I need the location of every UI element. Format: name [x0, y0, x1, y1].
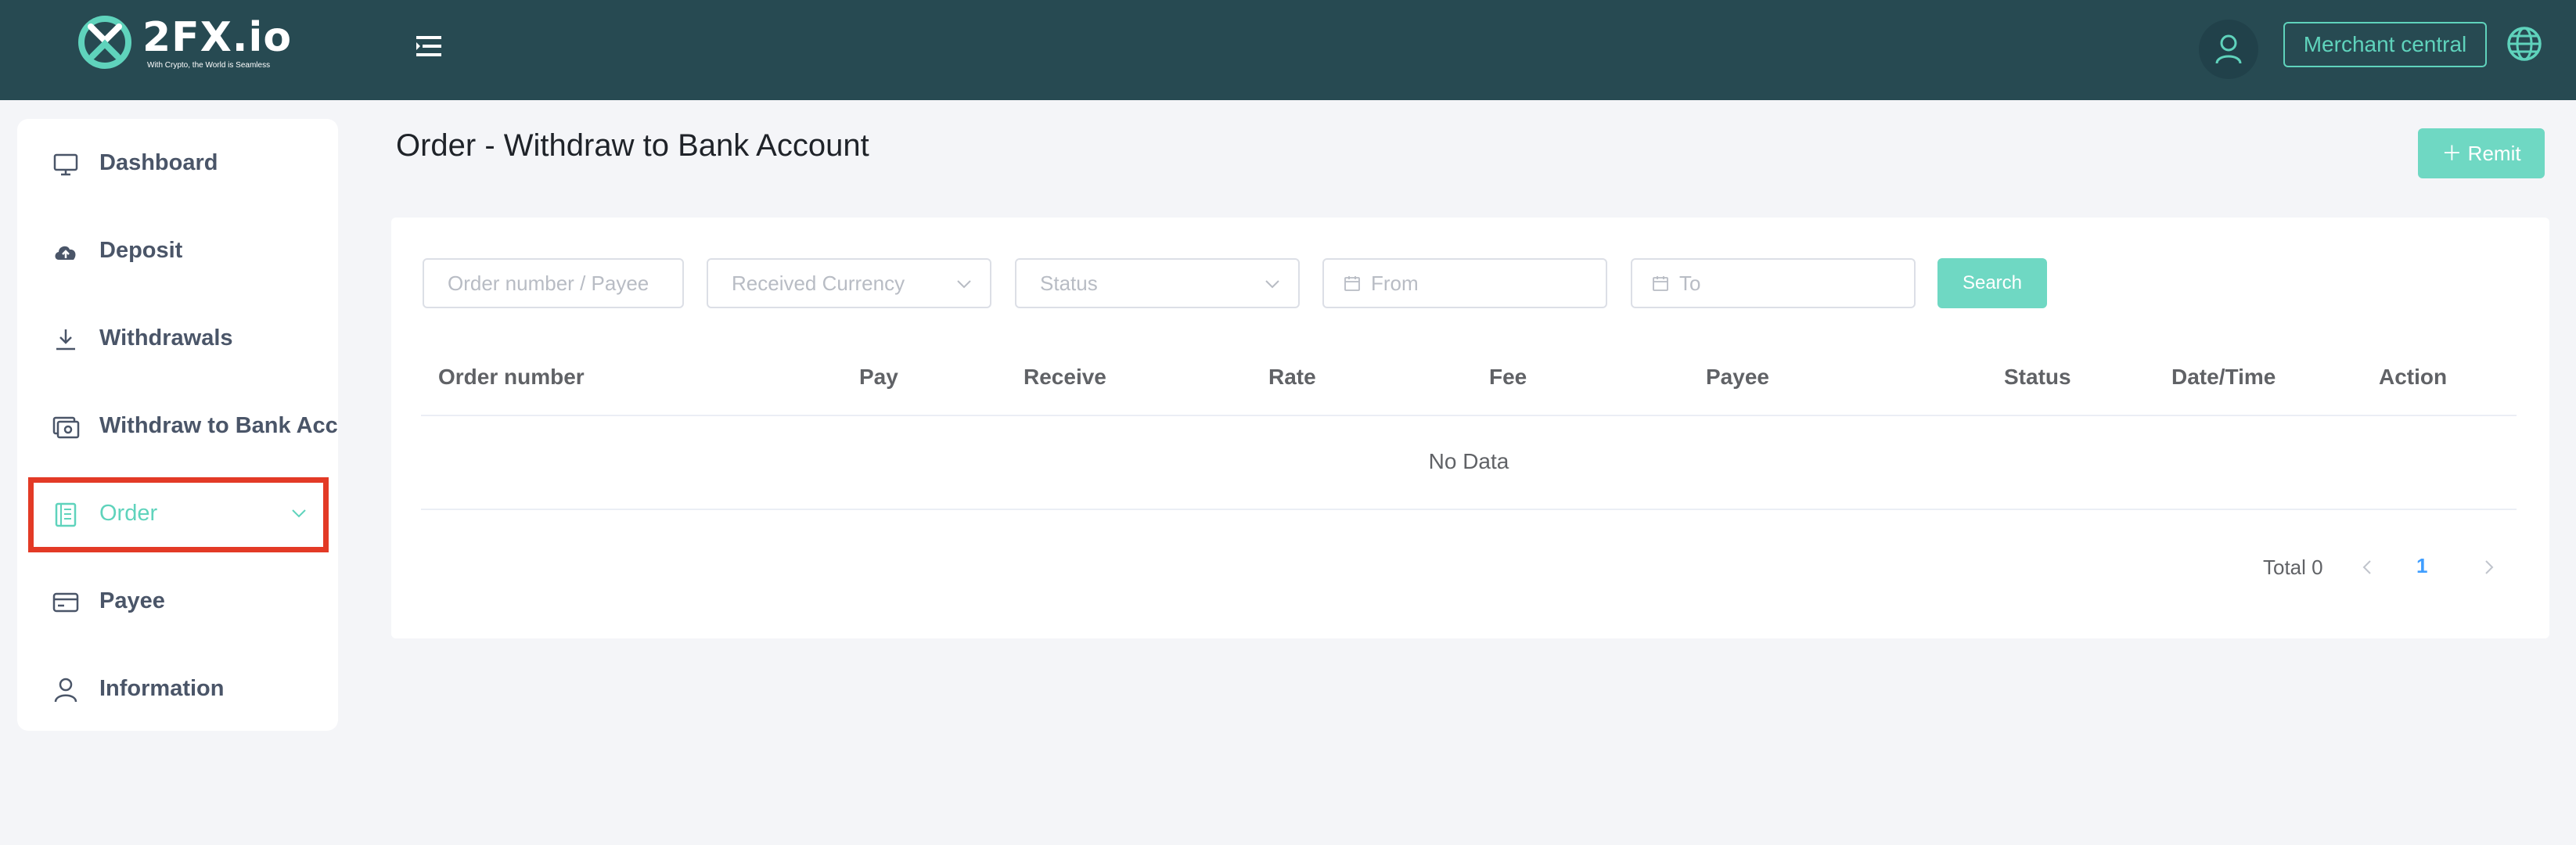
calendar-icon	[1653, 276, 1668, 291]
page-title: Order - Withdraw to Bank Account	[396, 128, 869, 163]
sidebar-item-dashboard[interactable]: Dashboard	[17, 127, 338, 202]
sidebar-item-label: Withdrawals	[99, 325, 233, 351]
from-placeholder: From	[1371, 271, 1419, 295]
logo-mark-icon	[78, 16, 131, 69]
to-placeholder: To	[1679, 271, 1701, 295]
sidebar-item-withdrawals[interactable]: Withdrawals	[17, 302, 338, 377]
sidebar-item-label: Dashboard	[99, 150, 218, 175]
globe-icon[interactable]	[2506, 25, 2543, 63]
cloud-upload-icon	[55, 246, 76, 260]
sidebar-item-payee[interactable]: Payee	[17, 565, 338, 640]
merchant-central-button[interactable]: Merchant central	[2283, 22, 2487, 67]
remit-button[interactable]: ＋ Remit	[2418, 128, 2545, 178]
received-currency-placeholder: Received Currency	[732, 271, 905, 295]
chevron-down-icon[interactable]	[290, 504, 308, 523]
column-header-fee[interactable]: Fee	[1489, 365, 1527, 390]
order-number-payee-placeholder: Order number / Payee	[448, 271, 649, 295]
table-header-divider	[421, 415, 2517, 416]
sidebar-item-deposit[interactable]: Deposit	[17, 214, 338, 289]
calendar-icon	[1344, 276, 1360, 291]
document-icon	[55, 502, 77, 527]
sidebar-item-label: Order	[99, 501, 158, 526]
column-header-receive[interactable]: Receive	[1024, 365, 1106, 390]
credit-card-icon	[52, 592, 79, 613]
chevron-left-icon[interactable]	[2355, 554, 2379, 581]
to-date-input[interactable]: To	[1631, 258, 1916, 308]
empty-table-message: No Data	[1428, 449, 1509, 473]
column-header-payee[interactable]: Payee	[1706, 365, 1769, 390]
search-button[interactable]: Search	[1937, 258, 2047, 308]
remit-label: Remit	[2467, 142, 2521, 165]
pagination-total: Total 0	[2263, 556, 2323, 579]
logo[interactable]: 2FX.io With Crypto, the World is Seamles…	[75, 11, 291, 74]
column-header-rate[interactable]: Rate	[1268, 365, 1316, 390]
sidebar-item-withdraw-to-bank[interactable]: Withdraw to Bank Acco	[17, 390, 338, 465]
chevron-down-icon	[957, 280, 971, 289]
column-header-order-number[interactable]: Order number	[438, 365, 585, 390]
logo-text: 2FX.io	[142, 14, 293, 61]
chevron-right-icon[interactable]	[2477, 554, 2501, 581]
received-currency-select[interactable]: Received Currency	[707, 258, 991, 308]
sidebar-item-order[interactable]: Order	[17, 477, 338, 552]
column-header-status[interactable]: Status	[2004, 365, 2071, 390]
status-placeholder: Status	[1040, 271, 1098, 295]
column-header-pay[interactable]: Pay	[859, 365, 898, 390]
status-select[interactable]: Status	[1015, 258, 1300, 308]
sidebar-item-label: Withdraw to Bank Acco	[99, 413, 338, 438]
order-number-payee-input[interactable]: Order number / Payee	[423, 258, 684, 308]
column-header-action[interactable]: Action	[2379, 365, 2447, 390]
sidebar-item-label: Information	[99, 676, 225, 701]
user-avatar-button[interactable]	[2199, 20, 2258, 79]
logo-tagline: With Crypto, the World is Seamless	[147, 61, 271, 70]
bank-card-icon	[52, 416, 80, 439]
pagination-page-1[interactable]: 1	[2416, 554, 2427, 578]
chevron-down-icon	[1265, 280, 1279, 289]
sidebar: Dashboard Deposit Withdrawals Withdraw t…	[17, 119, 338, 731]
sidebar-item-label: Deposit	[99, 238, 183, 263]
from-date-input[interactable]: From	[1322, 258, 1607, 308]
plus-icon: ＋	[2441, 142, 2463, 165]
sidebar-item-label: Payee	[99, 588, 165, 613]
person-icon	[54, 678, 77, 703]
table-bottom-divider	[421, 509, 2517, 510]
top-header: 2FX.io With Crypto, the World is Seamles…	[0, 0, 2576, 100]
column-header-date-time[interactable]: Date/Time	[2171, 365, 2276, 390]
user-icon	[2215, 34, 2242, 64]
sidebar-item-information[interactable]: Information	[17, 653, 338, 728]
monitor-icon	[53, 153, 78, 176]
download-icon	[56, 329, 75, 351]
menu-icon[interactable]	[413, 33, 444, 59]
